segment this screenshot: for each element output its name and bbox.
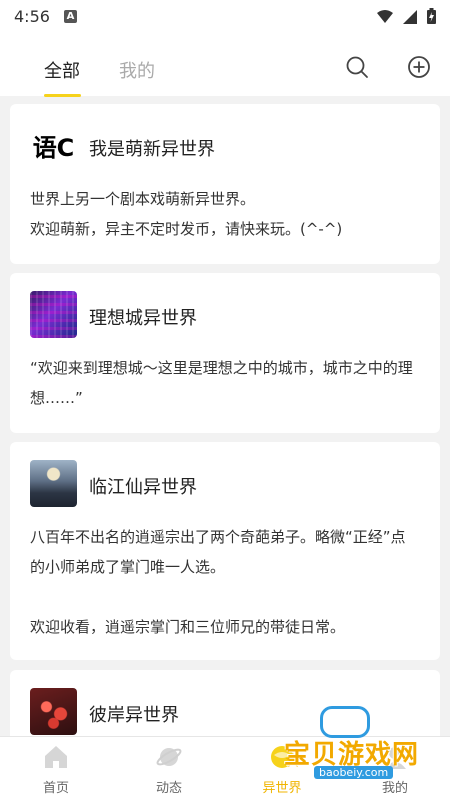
profile-icon bbox=[381, 743, 409, 771]
world-description: 八百年不出名的逍遥宗出了两个奇葩弟子。略微“正经”点的小师弟成了掌门唯一人选。 … bbox=[30, 528, 406, 636]
nav-label: 我的 bbox=[381, 781, 408, 796]
top-header: 全部 我的 bbox=[0, 32, 450, 97]
nav-label: 异世界 bbox=[262, 781, 302, 796]
world-title: 临江仙异世界 bbox=[89, 477, 197, 498]
world-avatar bbox=[30, 460, 77, 507]
world-description: “欢迎来到理想城～这里是理想之中的城市，城市之中的理想……” bbox=[30, 359, 413, 407]
world-card-linjiangxian[interactable]: 临江仙异世界 八百年不出名的逍遥宗出了两个奇葩弟子。略微“正经”点的小师弟成了掌… bbox=[10, 442, 440, 660]
world-title: 彼岸异世界 bbox=[89, 705, 179, 726]
tab-mine[interactable]: 我的 bbox=[119, 57, 155, 83]
home-icon bbox=[42, 743, 70, 771]
status-bar: 4:56 A bbox=[0, 0, 450, 32]
planet-icon bbox=[155, 743, 183, 771]
world-avatar bbox=[30, 291, 77, 338]
add-icon[interactable] bbox=[407, 55, 431, 83]
world-card-bian[interactable]: 彼岸异世界 bbox=[10, 670, 440, 736]
tab-all[interactable]: 全部 bbox=[44, 57, 80, 83]
world-list: 语C 我是萌新异世界 世界上另一个剧本戏萌新异世界。 欢迎萌新，异主不定时发币，… bbox=[0, 96, 450, 736]
nav-home[interactable]: 首页 bbox=[16, 737, 96, 801]
world-icon bbox=[268, 743, 296, 771]
search-icon[interactable] bbox=[345, 55, 369, 83]
nav-worlds[interactable]: 异世界 bbox=[242, 737, 322, 801]
bottom-nav: 首页 动态 异世界 我的 bbox=[0, 736, 450, 801]
nav-profile[interactable]: 我的 bbox=[355, 737, 435, 801]
nav-label: 动态 bbox=[155, 781, 182, 796]
world-avatar: 语C bbox=[30, 122, 77, 169]
wifi-icon bbox=[377, 9, 393, 28]
world-card-lixiangcheng[interactable]: 理想城异世界 “欢迎来到理想城～这里是理想之中的城市，城市之中的理想……” bbox=[10, 273, 440, 433]
status-time: 4:56 bbox=[14, 6, 50, 26]
world-title: 我是萌新异世界 bbox=[89, 139, 215, 160]
battery-icon bbox=[427, 8, 436, 28]
cell-signal-icon bbox=[403, 9, 417, 28]
app-notification-icon: A bbox=[63, 9, 77, 23]
nav-feed[interactable]: 动态 bbox=[129, 737, 209, 801]
world-description: 世界上另一个剧本戏萌新异世界。 欢迎萌新，异主不定时发币，请快来玩。(^-^) bbox=[30, 190, 343, 238]
nav-label: 首页 bbox=[42, 781, 69, 796]
world-avatar bbox=[30, 688, 77, 735]
world-card-mengxin[interactable]: 语C 我是萌新异世界 世界上另一个剧本戏萌新异世界。 欢迎萌新，异主不定时发币，… bbox=[10, 104, 440, 264]
world-title: 理想城异世界 bbox=[89, 308, 197, 329]
